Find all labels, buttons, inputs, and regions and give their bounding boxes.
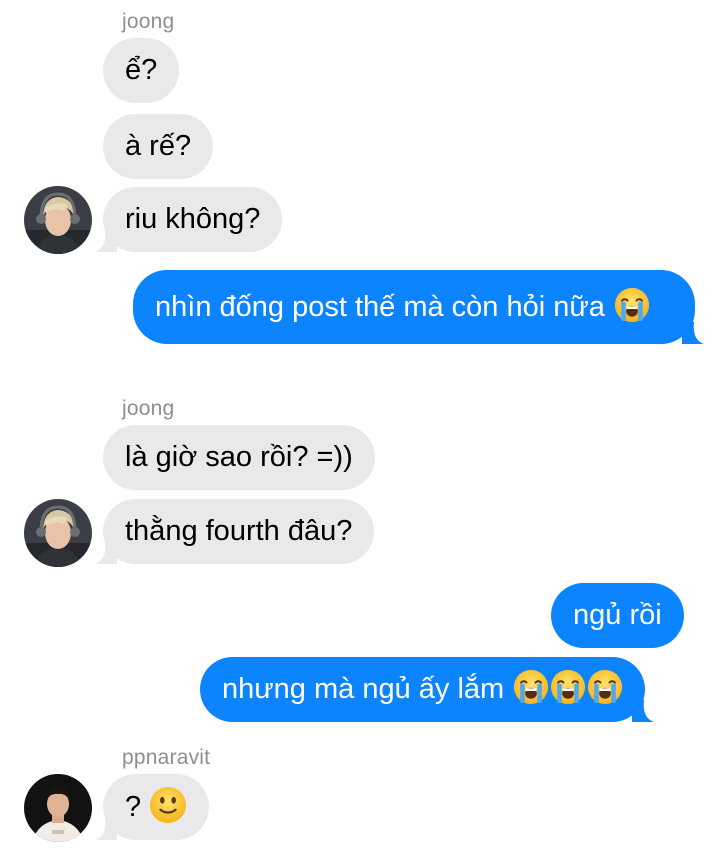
bubble-tail bbox=[632, 700, 655, 722]
sender-name: joong bbox=[122, 10, 175, 33]
message-text: ? bbox=[125, 791, 142, 823]
joong-avatar[interactable] bbox=[24, 186, 92, 254]
sender-name: joong bbox=[122, 397, 175, 420]
loudly-crying-face-icon bbox=[550, 669, 586, 705]
bubble-tail bbox=[95, 230, 117, 252]
incoming-message[interactable]: à rế? bbox=[103, 114, 214, 179]
bubble-tail bbox=[95, 542, 117, 564]
message-text: ngủ rồi bbox=[573, 599, 662, 631]
bubble-tail bbox=[95, 818, 117, 840]
message-text: là giờ sao rồi? =)) bbox=[125, 441, 353, 473]
outgoing-message[interactable]: ngủ rồi bbox=[551, 583, 684, 648]
message-text: riu không? bbox=[125, 203, 261, 235]
joong-avatar[interactable] bbox=[24, 499, 92, 567]
outgoing-message[interactable]: nhưng mà ngủ ấy lắm bbox=[200, 657, 655, 722]
loudly-crying-face-icon bbox=[614, 287, 650, 323]
message-text: nhưng mà ngủ ấy lắm bbox=[222, 673, 505, 705]
bubble-tail bbox=[682, 322, 704, 344]
incoming-message[interactable]: là giờ sao rồi? =)) bbox=[103, 425, 375, 490]
message-text: thằng fourth đâu? bbox=[125, 515, 353, 547]
incoming-message[interactable]: riu không? bbox=[95, 187, 283, 252]
loudly-crying-face-icon bbox=[513, 669, 549, 705]
slightly-smiling-face-icon bbox=[149, 786, 187, 824]
message-text: ể? bbox=[125, 54, 158, 86]
loudly-crying-face-icon bbox=[587, 669, 623, 705]
sender-name: ppnaravit bbox=[122, 746, 211, 769]
message-text: nhìn đống post thế mà còn hỏi nữa bbox=[155, 291, 605, 323]
ppnaravit-avatar[interactable] bbox=[24, 774, 92, 842]
incoming-message[interactable]: ể? bbox=[103, 38, 180, 103]
incoming-message[interactable]: ? bbox=[95, 774, 210, 840]
outgoing-message[interactable]: nhìn đống post thế mà còn hỏi nữa bbox=[133, 270, 704, 344]
incoming-message[interactable]: thằng fourth đâu? bbox=[95, 499, 375, 564]
message-text: à rế? bbox=[125, 130, 192, 162]
